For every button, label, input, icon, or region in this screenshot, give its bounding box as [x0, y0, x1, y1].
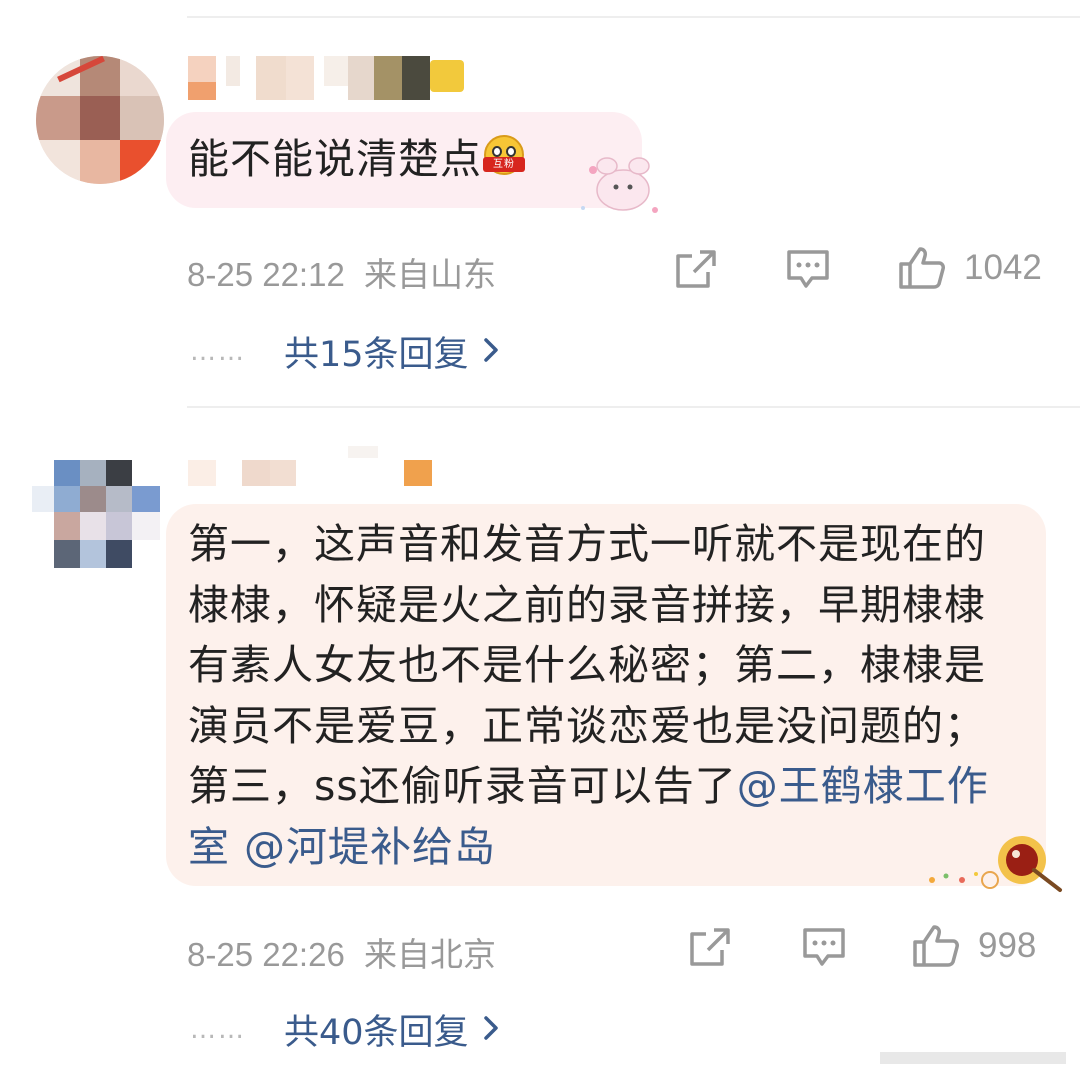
timestamp: 8-25 22:26 [187, 936, 345, 973]
comment-bubble: 第一，这声音和发音方式一听就不是现在的棣棣，怀疑是火之前的录音拼接，早期棣棣有素… [166, 504, 1046, 886]
view-replies-link[interactable]: …… 共40条回复 [190, 1004, 499, 1055]
watermark [880, 1048, 1070, 1068]
ellipsis-decoration: …… [190, 336, 246, 367]
like-count: 1042 [964, 248, 1042, 287]
replies-label: 共15条回复 [284, 335, 469, 375]
comment-meta: 8-25 22:12 来自山东 [187, 248, 496, 296]
avatar[interactable] [32, 460, 166, 572]
like-button[interactable]: 1042 [898, 246, 1042, 290]
chevron-right-icon [483, 1015, 499, 1045]
comment-button[interactable] [786, 248, 830, 290]
thumbs-up-icon [912, 924, 960, 968]
comment-icon [786, 248, 830, 290]
mention-link[interactable]: @河堤补给岛 [244, 823, 496, 871]
thumbs-up-icon [898, 246, 946, 290]
bubble-sticker-decoration [575, 150, 665, 220]
comment-button[interactable] [802, 926, 846, 968]
chevron-right-icon [483, 337, 499, 367]
bubble-sticker-decoration [910, 830, 1070, 896]
share-icon [674, 248, 718, 290]
share-button[interactable] [688, 926, 732, 968]
view-replies-link[interactable]: …… 共15条回复 [190, 326, 499, 377]
like-button[interactable]: 998 [912, 924, 1036, 968]
like-count: 998 [978, 926, 1037, 965]
hugging-face-emoji: 互粉 [483, 135, 525, 175]
location: 来自北京 [363, 936, 496, 973]
comment-meta: 8-25 22:26 来自北京 [187, 928, 496, 976]
share-icon [688, 926, 732, 968]
ellipsis-decoration: …… [190, 1014, 246, 1045]
timestamp: 8-25 22:12 [187, 256, 345, 293]
username-redacted[interactable] [188, 446, 448, 504]
username-redacted[interactable] [188, 56, 478, 100]
top-divider [187, 16, 1080, 18]
comment-bubble: 能不能说清楚点 互粉 [166, 112, 642, 208]
avatar[interactable] [36, 56, 164, 184]
replies-label: 共40条回复 [284, 1013, 469, 1053]
comment-divider [187, 406, 1080, 408]
share-button[interactable] [674, 248, 718, 290]
location: 来自山东 [363, 256, 496, 293]
comment-icon [802, 926, 846, 968]
comment-text: 能不能说清楚点 [188, 135, 482, 183]
